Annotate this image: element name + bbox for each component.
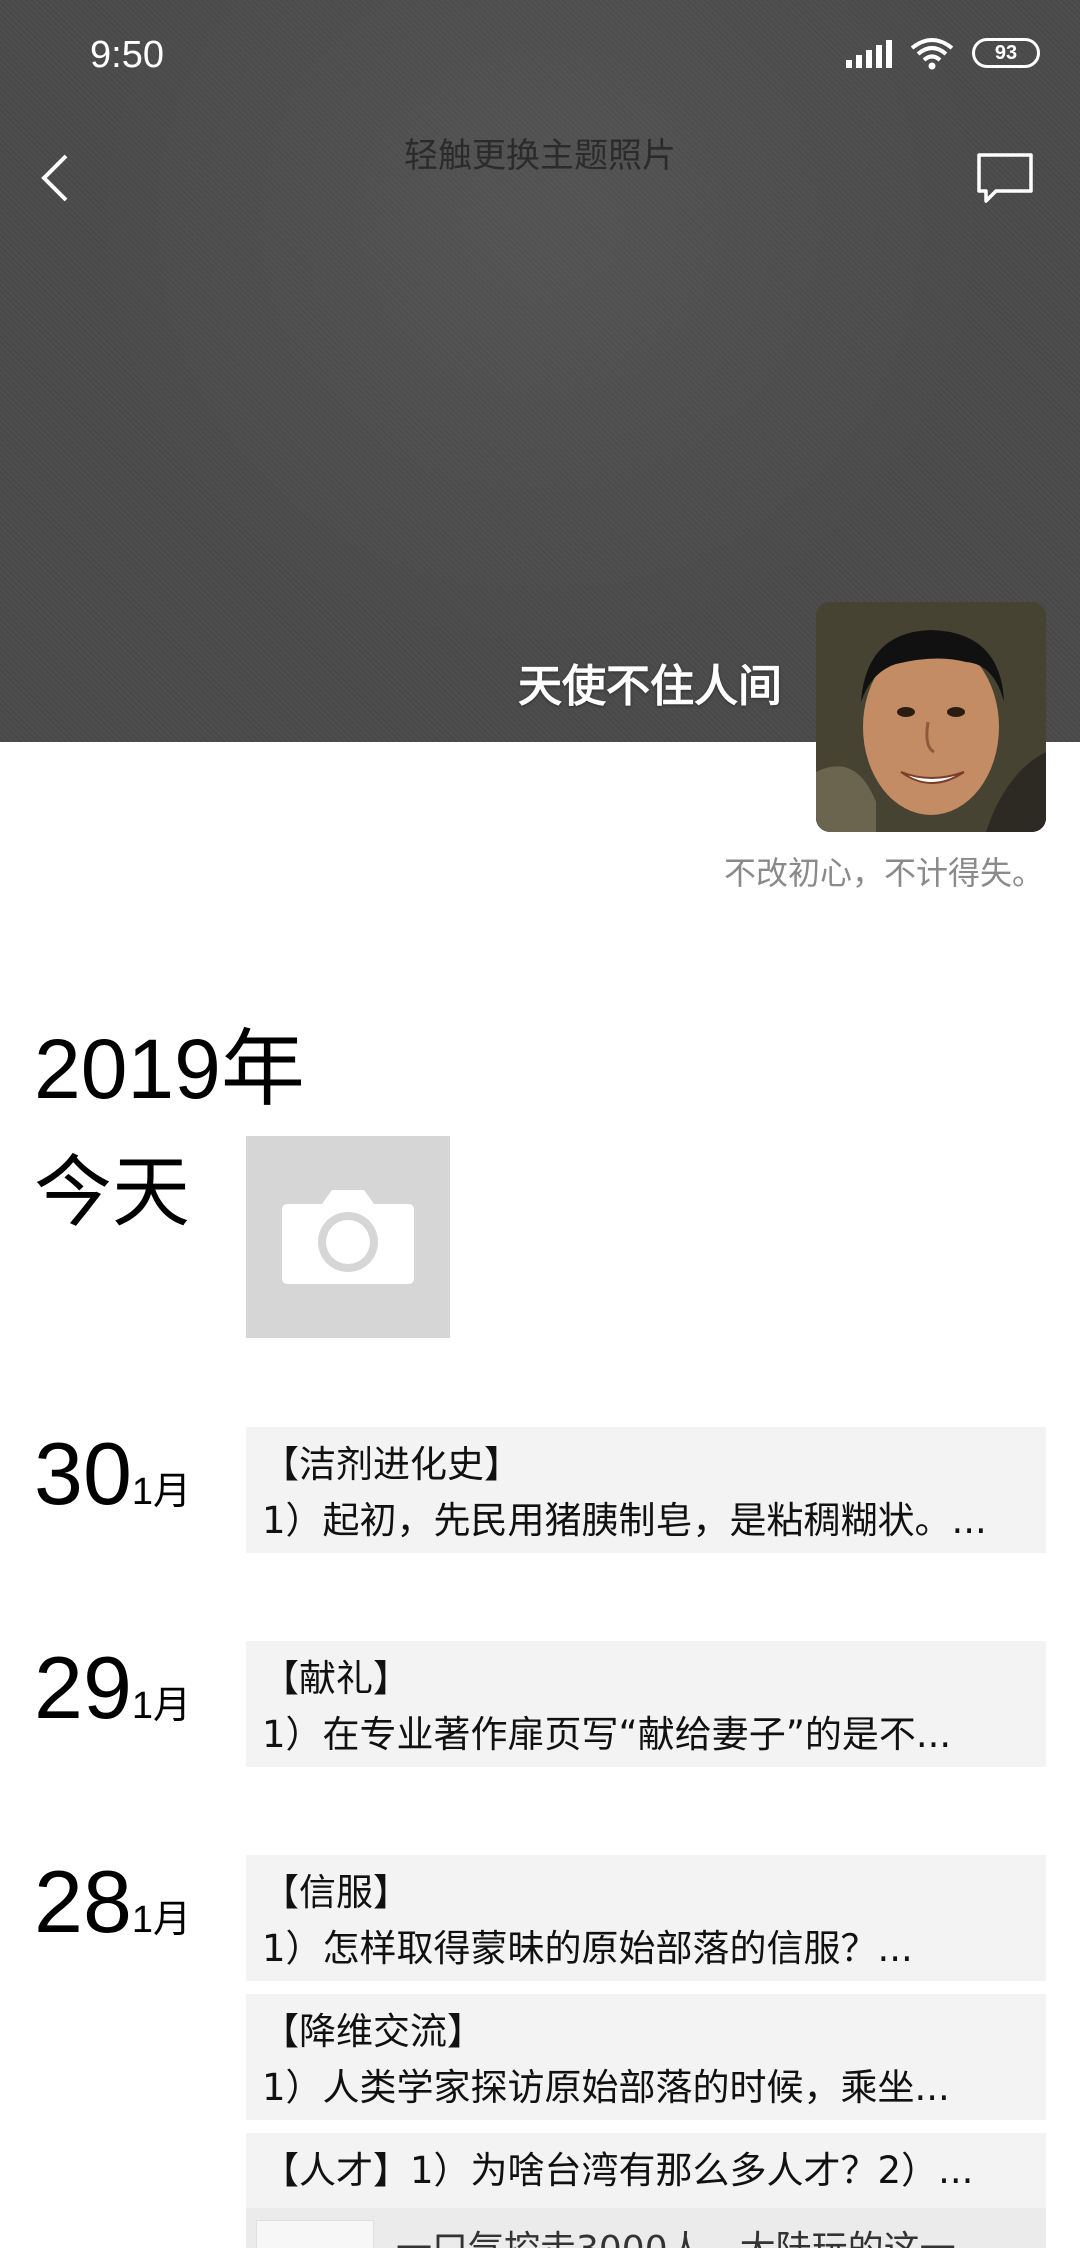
post-body: 1）怎样取得蒙昧的原始部落的信服？... [262,1927,913,1970]
date-jan-30: 301月 [34,1430,191,1518]
day-month: 1月 [131,1471,192,1513]
signal-icon [846,38,892,68]
date-jan-28: 281月 [34,1858,191,1946]
status-time: 9:50 [90,34,164,76]
post-title: 【献礼】 [262,1657,410,1700]
date-jan-29: 291月 [34,1644,191,1732]
moment-post[interactable]: 【信服】 1）怎样取得蒙昧的原始部落的信服？... [246,1855,1046,1981]
message-icon[interactable] [976,152,1034,204]
day-month: 1月 [131,1899,192,1941]
moment-post[interactable]: 【降维交流】 1）人类学家探访原始部落的时候，乘坐... [246,1994,1046,2120]
link-title: 一口气控走3000人，大陆玩的这一 [396,2220,956,2248]
battery-icon: 93 [972,38,1040,68]
post-body: 1）人类学家探访原始部落的时候，乘坐... [262,2066,950,2109]
avatar[interactable] [816,602,1046,832]
today-label: 今天 [34,1148,191,1238]
post-title: 【信服】 [262,1871,410,1914]
day-number: 30 [34,1424,132,1523]
status-icons: 93 [846,36,1040,70]
year-header: 2019年 [34,1022,305,1116]
profile-name[interactable]: 天使不住人间 [518,650,782,714]
camera-icon [282,1190,414,1284]
moment-post[interactable]: 【洁剂进化史】 1）起初，先民用猪胰制皂，是粘稠糊状。... [246,1427,1046,1553]
day-month: 1月 [131,1685,192,1727]
day-number: 29 [34,1638,132,1737]
moment-post[interactable]: 【人才】1）为啥台湾有那么多人才？2）... [246,2133,1046,2208]
profile-signature: 不改初心，不计得失。 [723,854,1044,892]
moment-post[interactable]: 【献礼】 1）在专业著作扉页写“献给妻子”的是不... [246,1641,1046,1767]
link-preview[interactable]: 一口气控走3000人，大陆玩的这一 [246,2208,1046,2248]
link-thumbnail [256,2220,374,2248]
wifi-icon [910,38,954,70]
post-title: 【降维交流】 [262,2010,484,2053]
day-number: 28 [34,1852,132,1951]
post-new-button[interactable] [246,1136,450,1338]
post-body: 1）起初，先民用猪胰制皂，是粘稠糊状。... [262,1499,987,1542]
post-title: 【人才】1）为啥台湾有那么多人才？2）... [262,2149,974,2192]
change-cover-hint[interactable]: 轻触更换主题照片 [0,128,1080,177]
post-title: 【洁剂进化史】 [262,1443,521,1486]
post-body: 1）在专业著作扉页写“献给妻子”的是不... [262,1713,952,1756]
